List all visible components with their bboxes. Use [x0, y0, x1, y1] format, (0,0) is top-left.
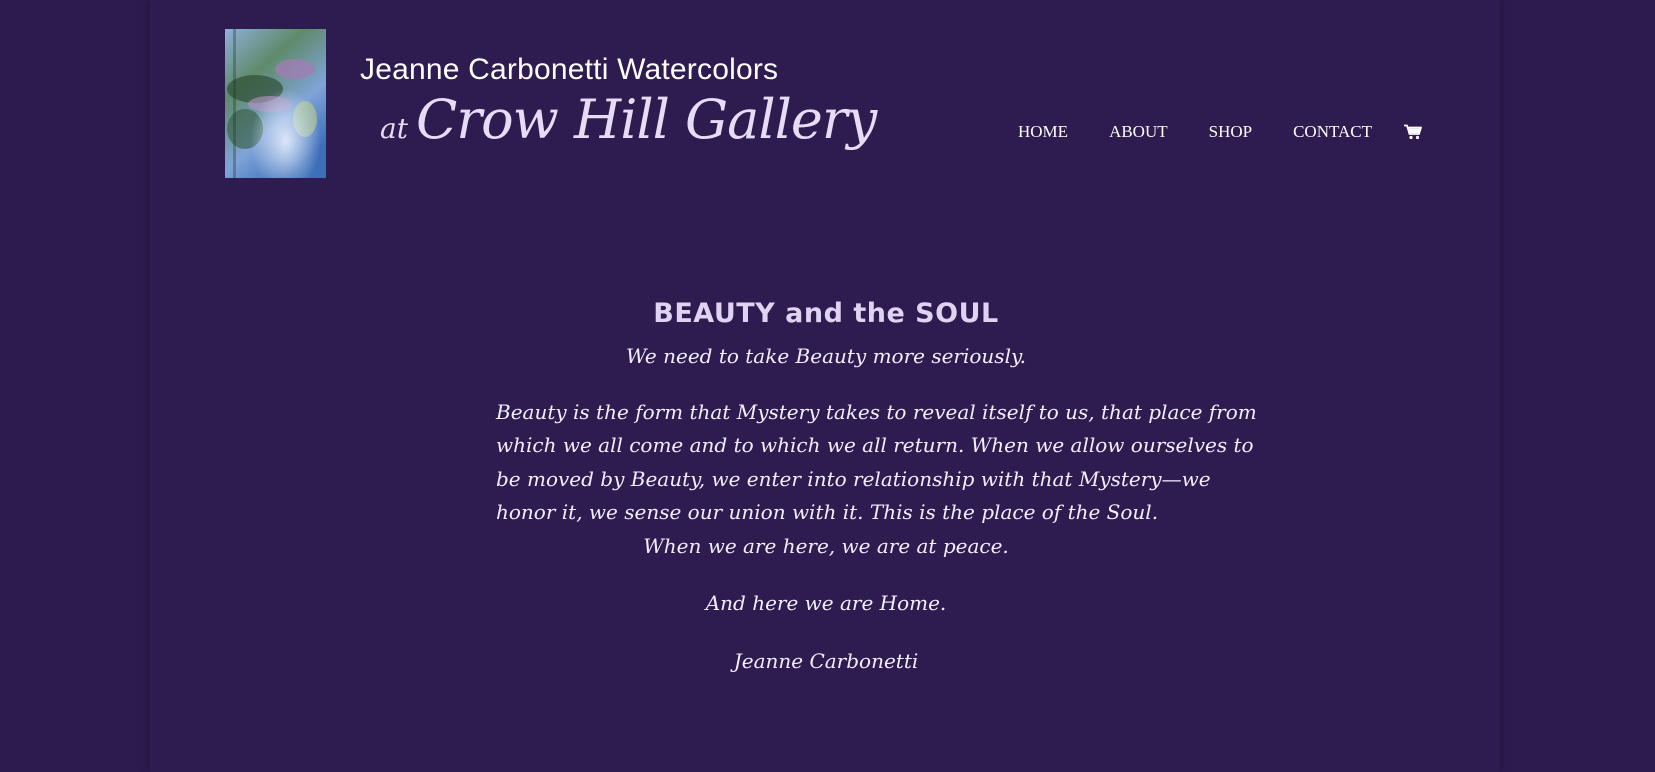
nav-about[interactable]: ABOUT	[1109, 122, 1168, 142]
body-line: honor it, we sense our union with it. Th…	[496, 500, 1159, 524]
subtitle: We need to take Beauty more seriously.	[626, 344, 1026, 368]
main-nav: HOME ABOUT SHOP CONTACT	[1018, 122, 1422, 142]
main-content: BEAUTY and the SOUL We need to take Beau…	[426, 296, 1257, 678]
nav-shop[interactable]: SHOP	[1209, 122, 1252, 142]
brand-title[interactable]: Jeanne Carbonetti Watercolors	[360, 53, 778, 87]
body-line: When we are here, we are at peace.	[643, 533, 1009, 558]
body-paragraph: Beauty is the form that Mystery takes to…	[496, 396, 1257, 564]
brand-gallery-name: Crow Hill Gallery	[415, 88, 877, 151]
shopping-cart-icon[interactable]	[1404, 124, 1422, 140]
brand-subtitle[interactable]: at Crow Hill Gallery	[380, 88, 877, 151]
body-line: Beauty is the form that Mystery takes to…	[496, 399, 1257, 424]
logo-watercolor-image[interactable]	[225, 29, 326, 178]
nav-home[interactable]: HOME	[1018, 122, 1068, 142]
body-line: which we all come and to which we all re…	[496, 433, 1254, 457]
body-line: be moved by Beauty, we enter into relati…	[496, 466, 1211, 491]
nav-contact[interactable]: CONTACT	[1293, 122, 1372, 142]
page-title: BEAUTY and the SOUL	[653, 298, 999, 329]
signature: Jeanne Carbonetti	[733, 648, 919, 673]
brand-at: at	[380, 112, 408, 145]
home-line: And here we are Home.	[705, 591, 947, 615]
